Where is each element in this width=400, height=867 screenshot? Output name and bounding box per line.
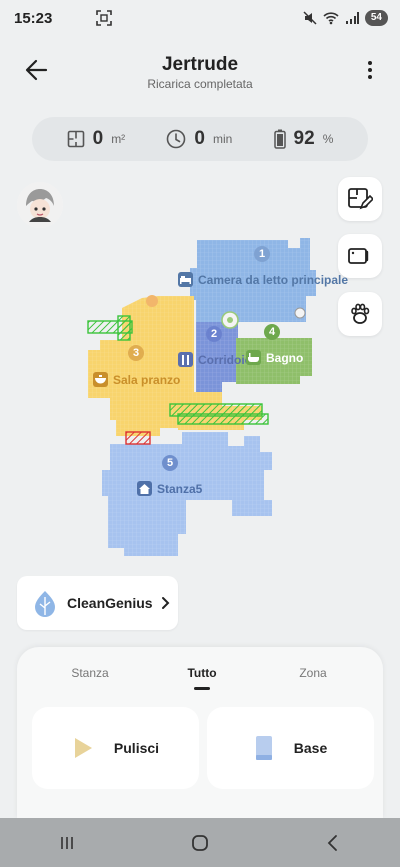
play-icon <box>74 738 92 758</box>
room-5-label[interactable]: Stanza5 <box>137 481 202 496</box>
home-icon <box>192 834 208 851</box>
room-5-name: Stanza5 <box>157 481 203 496</box>
bed-icon <box>178 272 193 287</box>
room-4-number: 4 <box>264 324 280 340</box>
base-station-button[interactable]: Base <box>207 707 374 789</box>
room-1-number: 1 <box>254 246 270 262</box>
home-button[interactable] <box>180 823 220 863</box>
dock-icon <box>294 307 306 319</box>
room-3-name: Sala pranzo <box>113 372 181 387</box>
room-2-label[interactable]: Corridoio <box>178 352 252 367</box>
no-go-zone[interactable] <box>177 413 269 425</box>
recents-icon <box>60 836 73 849</box>
robot-icon <box>221 311 239 329</box>
room-3-label[interactable]: Sala pranzo <box>93 372 180 387</box>
corridor-icon <box>178 352 193 367</box>
back-icon <box>328 834 338 851</box>
cleangenius-button[interactable]: CleanGenius <box>17 576 178 630</box>
system-navbar <box>0 818 400 867</box>
tab-zona[interactable]: Zona <box>273 666 353 680</box>
room-1-label[interactable]: Camera da letto principale <box>178 272 348 287</box>
room-4-label[interactable]: Bagno <box>246 350 303 365</box>
back-button[interactable] <box>313 823 353 863</box>
home-room-icon <box>137 481 152 496</box>
base-station-icon <box>255 736 272 760</box>
bathtub-icon <box>246 350 261 365</box>
no-mop-zone[interactable] <box>125 431 151 445</box>
room-1-name: Camera da letto principale <box>198 272 349 287</box>
tab-tutto[interactable]: Tutto <box>162 666 242 680</box>
pet-marker-icon <box>146 295 158 307</box>
tab-indicator <box>194 687 210 690</box>
base-station-label: Base <box>293 740 328 756</box>
no-go-zone[interactable] <box>117 315 131 341</box>
room-3-number: 3 <box>128 345 144 361</box>
tab-stanza[interactable]: Stanza <box>50 666 130 680</box>
dining-icon <box>93 372 108 387</box>
start-clean-button[interactable]: Pulisci <box>32 707 199 789</box>
room-2-name: Corridoio <box>198 352 252 367</box>
chevron-right-icon <box>161 597 170 609</box>
start-clean-label: Pulisci <box>113 740 160 756</box>
room-2-number: 2 <box>206 326 222 342</box>
recents-button[interactable] <box>47 823 87 863</box>
leaf-icon <box>35 591 55 617</box>
room-4-name: Bagno <box>266 350 304 365</box>
room-5-number: 5 <box>162 455 178 471</box>
cleangenius-label: CleanGenius <box>67 595 153 611</box>
